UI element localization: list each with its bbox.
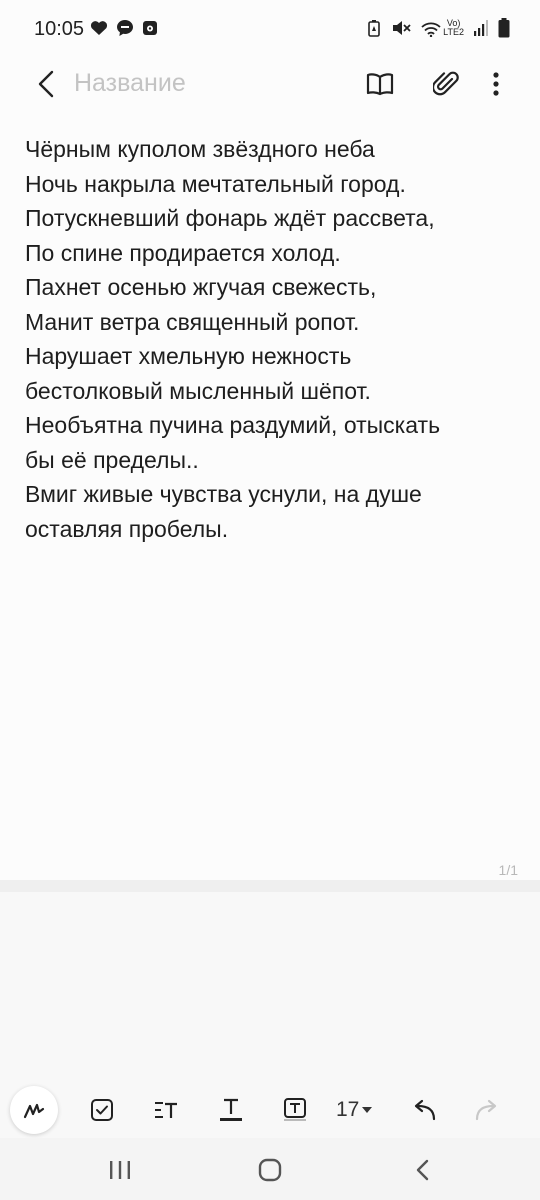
wifi-icon: Vo) LTE2 bbox=[421, 19, 464, 37]
notification-icons bbox=[90, 19, 158, 37]
back-button[interactable] bbox=[26, 64, 66, 104]
status-time: 10:05 bbox=[34, 18, 85, 40]
text-box-button[interactable] bbox=[275, 1090, 315, 1130]
page-divider bbox=[0, 880, 540, 892]
status-bar: 10:05 Vo) LTE2 bbox=[0, 0, 540, 60]
recent-apps-icon bbox=[110, 1161, 130, 1179]
back-icon bbox=[416, 1159, 429, 1181]
lte-label: LTE2 bbox=[443, 27, 464, 37]
note-line: Ночь накрыла мечтательный город. bbox=[25, 170, 406, 197]
battery-saver-icon bbox=[367, 19, 381, 37]
system-icons: Vo) LTE2 bbox=[367, 18, 510, 38]
network-label: Vo) LTE2 bbox=[443, 19, 464, 37]
home-icon bbox=[258, 1158, 282, 1182]
note-body[interactable]: Чёрным куполом звёздного неба Ночь накры… bbox=[25, 132, 525, 546]
font-size-dropdown[interactable]: 17 bbox=[336, 1098, 373, 1122]
music-app-icon bbox=[142, 20, 158, 36]
recent-apps-button[interactable] bbox=[98, 1148, 142, 1192]
text-box-icon bbox=[284, 1098, 306, 1121]
text-color-button[interactable] bbox=[211, 1090, 251, 1130]
chevron-down-icon bbox=[362, 1107, 373, 1113]
note-line: Нарушает хмельную нежность bbox=[25, 343, 352, 369]
underline-text-icon bbox=[220, 1098, 242, 1121]
empty-canvas-area[interactable] bbox=[0, 892, 540, 1082]
more-vertical-icon bbox=[493, 72, 499, 96]
home-button[interactable] bbox=[248, 1148, 292, 1192]
note-line: Вмиг живые чувства уснули, на душе bbox=[25, 481, 422, 507]
chat-bubble-icon bbox=[116, 19, 134, 37]
redo-button[interactable] bbox=[468, 1090, 508, 1130]
note-line: Пахнет осенью жгучая свежесть, bbox=[25, 274, 377, 300]
navigation-bar bbox=[0, 1138, 540, 1200]
battery-icon bbox=[498, 18, 510, 38]
note-line: Необъятна пучина раздумий, отыскать bbox=[25, 412, 441, 438]
mute-icon bbox=[391, 19, 411, 37]
heart-icon bbox=[90, 20, 108, 36]
page-indicator: 1/1 bbox=[498, 862, 518, 878]
more-options-button[interactable] bbox=[476, 64, 516, 104]
text-style-icon bbox=[155, 1102, 177, 1118]
pen-mode-button[interactable] bbox=[10, 1086, 58, 1134]
note-line: бы её пределы.. bbox=[25, 446, 199, 473]
pen-icon bbox=[23, 1103, 45, 1119]
signal-icon bbox=[474, 20, 488, 36]
note-line: Чёрным куполом звёздного неба bbox=[25, 136, 375, 162]
note-line: бестолковый мысленный шёпот. bbox=[25, 377, 371, 404]
nav-back-button[interactable] bbox=[400, 1148, 444, 1192]
note-line: По спине продирается холод. bbox=[25, 239, 341, 266]
undo-icon bbox=[414, 1099, 436, 1121]
title-input[interactable] bbox=[74, 66, 344, 100]
text-style-button[interactable] bbox=[146, 1090, 186, 1130]
note-line: оставляя пробелы. bbox=[25, 515, 229, 542]
redo-icon bbox=[475, 1099, 497, 1121]
book-icon bbox=[366, 73, 394, 96]
reading-mode-button[interactable] bbox=[360, 64, 400, 104]
format-toolbar: 17 bbox=[0, 1082, 540, 1138]
back-chevron-icon bbox=[38, 70, 54, 98]
checkbox-button[interactable] bbox=[82, 1090, 122, 1130]
undo-button[interactable] bbox=[403, 1090, 443, 1130]
note-line: Потускневший фонарь ждёт рассвета, bbox=[25, 205, 435, 231]
note-line: Манит ветра священный ропот. bbox=[25, 308, 360, 335]
font-size-value: 17 bbox=[336, 1098, 360, 1121]
paperclip-icon bbox=[433, 71, 459, 96]
attach-button[interactable] bbox=[426, 64, 466, 104]
checkbox-icon bbox=[91, 1099, 113, 1121]
note-toolbar bbox=[0, 56, 540, 112]
